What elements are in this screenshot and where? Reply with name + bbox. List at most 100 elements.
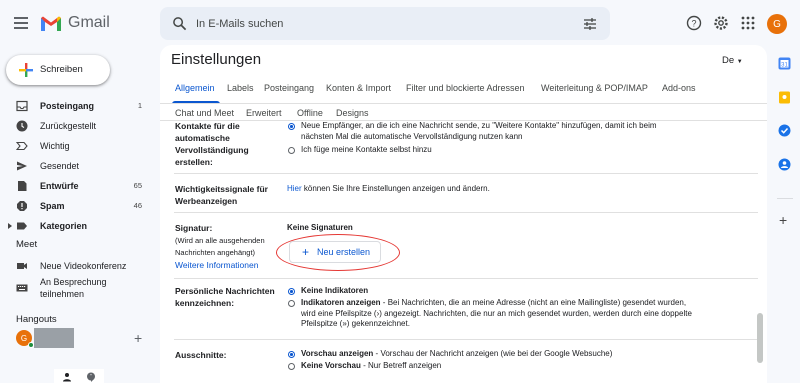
help-icon[interactable]: ?: [686, 15, 702, 31]
add-hangout-icon[interactable]: +: [134, 330, 142, 346]
snippets-label: Ausschnitte:: [175, 350, 227, 360]
clock-icon: [16, 120, 28, 132]
new-meeting-item[interactable]: Neue Videokonferenz: [0, 259, 150, 273]
tab-addons[interactable]: Add-ons: [662, 83, 696, 93]
ads-label-2: Werbeanzeigen: [175, 196, 238, 206]
sidebar-item-important[interactable]: Wichtig: [0, 136, 150, 156]
signature-sub-2: Nachrichten angehängt): [175, 248, 256, 257]
search-icon[interactable]: [172, 16, 187, 31]
main-menu-icon[interactable]: [14, 17, 28, 29]
ads-settings-link[interactable]: Hier: [287, 184, 302, 193]
more-info-link[interactable]: Weitere Informationen: [175, 260, 258, 270]
draft-icon: [18, 181, 27, 191]
calendar-icon[interactable]: 31: [778, 57, 791, 70]
join-meeting-item[interactable]: An Besprechung teilnehmen: [0, 276, 150, 302]
indicators-radio-none[interactable]: [288, 288, 295, 295]
side-panel: 31 +: [770, 48, 800, 383]
inbox-count: 1: [137, 101, 142, 110]
send-icon: [17, 161, 27, 171]
meet-section-title: Meet: [16, 239, 38, 250]
get-addons-icon[interactable]: +: [779, 212, 787, 228]
tab-inbox[interactable]: Posteingang: [264, 83, 314, 93]
label-icon: [17, 222, 27, 230]
sidebar-nav: Posteingang 1 Zurückgestellt Wichtig Ges…: [0, 96, 150, 236]
tab-filters[interactable]: Filter und blockierte Adressen: [406, 83, 525, 93]
autocomplete-label-3: Vervollständigung: [175, 145, 249, 155]
expand-arrow-icon: [8, 223, 12, 229]
tab-general[interactable]: Allgemein: [175, 83, 215, 93]
plus-icon: +: [302, 245, 310, 259]
hangouts-chat-icon[interactable]: ”: [86, 372, 96, 382]
language-selector[interactable]: De ▼: [722, 55, 743, 66]
keep-icon[interactable]: [778, 91, 791, 104]
tab-forwarding[interactable]: Weiterleitung & POP/IMAP: [541, 83, 648, 93]
tab-offline[interactable]: Offline: [297, 108, 323, 118]
tab-accounts-import[interactable]: Konten & Import: [326, 83, 391, 93]
row-divider: [174, 212, 758, 213]
snippets-radio-show[interactable]: [288, 351, 295, 358]
tabs-divider: [160, 103, 767, 104]
compose-button[interactable]: Schreiben: [6, 55, 110, 85]
gmail-logo[interactable]: Gmail: [40, 14, 110, 32]
no-signatures-text: Keine Signaturen: [287, 223, 353, 232]
tab-themes[interactable]: Designs: [336, 108, 369, 118]
tasks-icon[interactable]: [778, 124, 791, 137]
page-title: Einstellungen: [171, 51, 262, 68]
signature-sub-1: (Wird an alle ausgehenden: [175, 236, 265, 245]
apps-grid-icon[interactable]: [740, 15, 756, 31]
indicators-option-show[interactable]: Indikatoren anzeigen - Bei Nachrichten, …: [301, 298, 731, 330]
search-options-icon[interactable]: [583, 17, 597, 31]
sidebar-item-spam[interactable]: Spam 46: [0, 196, 150, 216]
autocomplete-option-manual[interactable]: Ich füge meine Kontakte selbst hinzu: [301, 145, 731, 156]
tab-chat-meet[interactable]: Chat und Meet: [175, 108, 234, 118]
dropdown-arrow-icon: ▼: [736, 59, 743, 65]
hangouts-user-name-redacted[interactable]: [34, 328, 74, 348]
svg-text:31: 31: [781, 63, 788, 69]
side-panel-divider: [777, 198, 793, 199]
keyboard-icon: [16, 284, 28, 292]
row-divider: [174, 173, 758, 174]
tab-labels[interactable]: Labels: [227, 83, 254, 93]
snippets-option-none[interactable]: Keine Vorschau - Nur Betreff anzeigen: [301, 361, 731, 372]
row-divider: [174, 339, 758, 340]
ads-text: Hier können Sie Ihre Einstellungen anzei…: [287, 184, 490, 193]
sidebar-item-sent[interactable]: Gesendet: [0, 156, 150, 176]
account-avatar[interactable]: G: [767, 14, 787, 34]
spam-icon: [17, 201, 27, 211]
spam-count: 46: [133, 201, 142, 210]
autocomplete-option-auto[interactable]: Neue Empfänger, an die ich eine Nachrich…: [301, 121, 731, 142]
snippets-radio-none[interactable]: [288, 363, 295, 370]
label-important-icon: [16, 141, 28, 151]
contacts-person-icon[interactable]: [62, 372, 72, 382]
personal-label-2: kennzeichnen:: [175, 298, 235, 308]
sidebar-item-inbox[interactable]: Posteingang 1: [0, 96, 150, 116]
hangouts-bottom-bar: ”: [54, 369, 104, 383]
signature-label: Signatur:: [175, 223, 213, 233]
contacts-icon[interactable]: [778, 158, 791, 171]
settings-gear-icon[interactable]: [713, 15, 729, 31]
autocomplete-radio-auto[interactable]: [288, 123, 295, 130]
settings-panel: Einstellungen De ▼ Allgemein Labels Post…: [160, 45, 767, 383]
autocomplete-label-1: Kontakte für die: [175, 121, 240, 131]
indicators-radio-show[interactable]: [288, 300, 295, 307]
indicators-option-none[interactable]: Keine Indikatoren: [301, 286, 731, 297]
create-signature-button[interactable]: + Neu erstellen: [289, 241, 381, 263]
vertical-scrollbar[interactable]: [757, 313, 763, 363]
search-bar: [160, 7, 610, 40]
sidebar-item-categories[interactable]: Kategorien: [0, 216, 150, 236]
tab-advanced[interactable]: Erweitert: [246, 108, 282, 118]
gmail-m-icon: [41, 16, 61, 31]
search-input[interactable]: [196, 15, 576, 32]
snippets-option-show[interactable]: Vorschau anzeigen - Vorschau der Nachric…: [301, 349, 731, 360]
inbox-icon: [16, 100, 28, 112]
sidebar-item-snoozed[interactable]: Zurückgestellt: [0, 116, 150, 136]
svg-text:?: ?: [691, 19, 696, 29]
drafts-count: 65: [133, 181, 142, 190]
gmail-wordmark: Gmail: [68, 14, 110, 31]
top-bar: Gmail ? G: [0, 0, 800, 48]
compose-plus-icon: [19, 63, 33, 77]
sidebar-item-drafts[interactable]: Entwürfe 65: [0, 176, 150, 196]
autocomplete-radio-manual[interactable]: [288, 147, 295, 154]
ads-label-1: Wichtigkeitssignale für: [175, 184, 268, 194]
video-camera-icon: [17, 263, 27, 269]
